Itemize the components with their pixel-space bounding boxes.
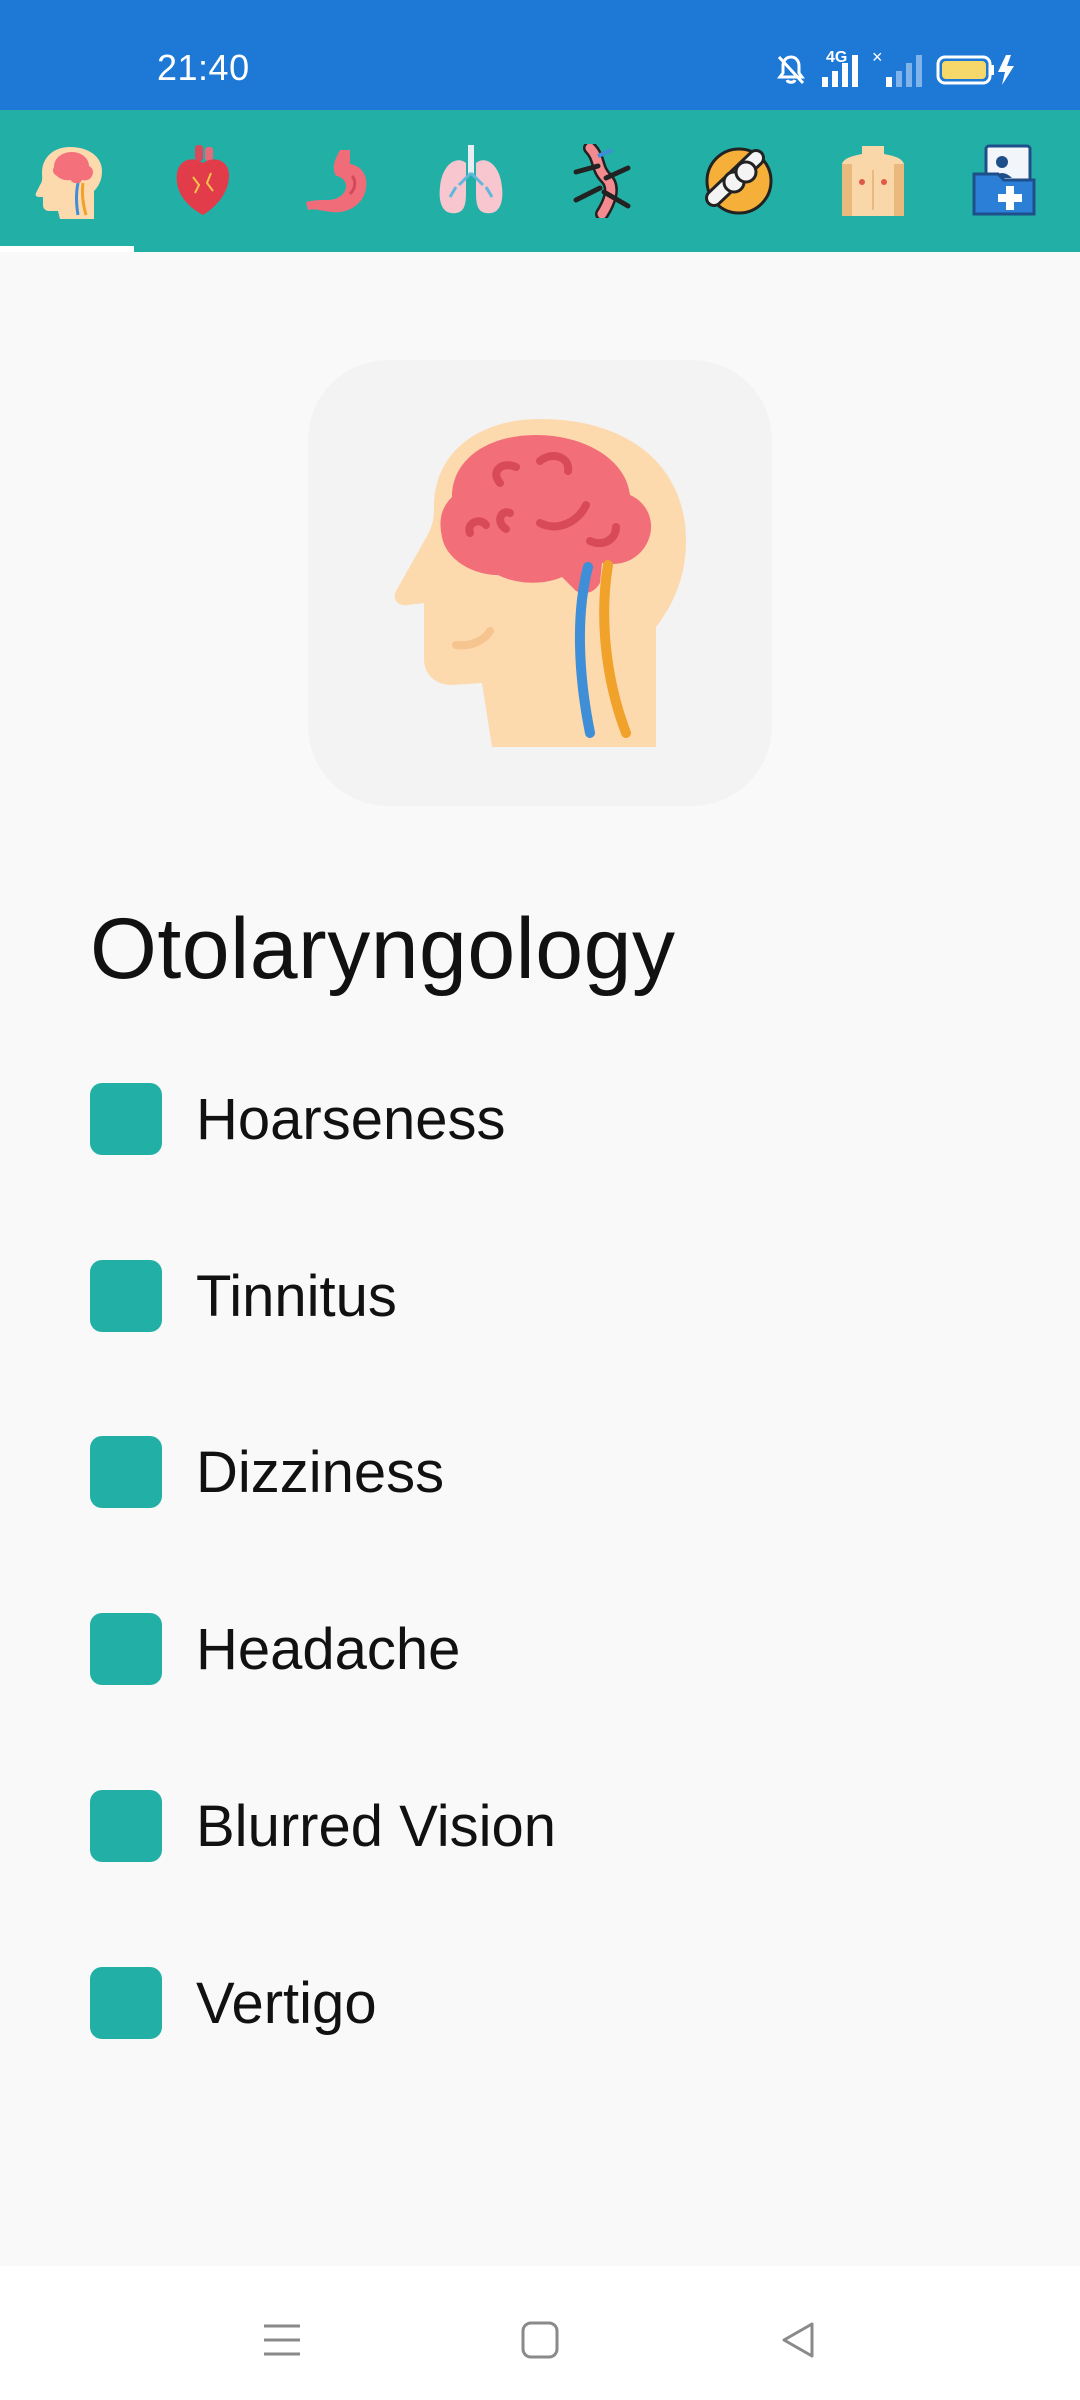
heart-icon — [176, 145, 229, 215]
tab-blood-vessels[interactable] — [538, 110, 672, 252]
selected-tab-indicator — [0, 246, 134, 252]
symptom-checkbox[interactable] — [90, 1083, 162, 1155]
symptom-label: Vertigo — [196, 1970, 377, 2036]
list-item[interactable]: Blurred Vision — [90, 1789, 990, 1863]
lungs-icon — [439, 145, 503, 214]
category-tab-bar — [0, 110, 1080, 252]
tab-lungs[interactable] — [404, 110, 538, 252]
tab-stomach[interactable] — [270, 110, 404, 252]
home-square-icon — [521, 2321, 559, 2359]
tab-medical-records[interactable] — [940, 110, 1074, 252]
battery-charging-icon — [936, 55, 1014, 85]
tab-head-brain[interactable] — [2, 110, 136, 252]
tab-joint[interactable] — [672, 110, 806, 252]
symptom-label: Tinnitus — [196, 1263, 397, 1329]
symptom-label: Dizziness — [196, 1439, 445, 1505]
back-triangle-icon — [782, 2322, 814, 2358]
list-item[interactable]: Vertigo — [90, 1966, 990, 2040]
symptom-checkbox[interactable] — [90, 1790, 162, 1862]
signal-weak-icon: × — [872, 47, 922, 87]
symptom-label: Hoarseness — [196, 1086, 506, 1152]
tab-torso[interactable] — [806, 110, 940, 252]
status-icons: 4G × — [776, 47, 1018, 88]
symptom-checkbox[interactable] — [90, 1967, 162, 2039]
head-brain-icon — [394, 419, 686, 747]
back-button[interactable] — [768, 2310, 828, 2370]
list-item[interactable]: Dizziness — [90, 1435, 990, 1509]
symptom-checkbox[interactable] — [90, 1260, 162, 1332]
symptom-label: Headache — [196, 1616, 461, 1682]
blood-vessel-icon — [573, 144, 631, 218]
system-navigation-bar — [0, 2266, 1080, 2400]
symptom-checkbox[interactable] — [90, 1613, 162, 1685]
menu-icon — [264, 2324, 300, 2356]
menu-button[interactable] — [252, 2310, 312, 2370]
symptom-label: Blurred Vision — [196, 1793, 557, 1859]
list-item[interactable]: Hoarseness — [90, 1082, 990, 1156]
status-time: 21:40 — [157, 47, 250, 88]
page-title: Otolaryngology — [90, 901, 676, 997]
hero-icon-card — [308, 360, 772, 806]
mute-bell-icon — [777, 55, 805, 85]
symptom-checkbox[interactable] — [90, 1436, 162, 1508]
list-item[interactable]: Headache — [90, 1612, 990, 1686]
medical-folder-icon — [972, 144, 1036, 216]
stomach-icon — [306, 150, 367, 213]
status-bar: 21:40 4G × — [0, 0, 1080, 110]
network-signal-icon: 4G — [820, 49, 858, 87]
joint-icon — [705, 147, 773, 215]
home-button[interactable] — [510, 2310, 570, 2370]
network-type-label: 4G — [826, 49, 848, 66]
list-item[interactable]: Tinnitus — [90, 1259, 990, 1333]
torso-icon — [842, 146, 904, 216]
head-brain-icon — [35, 147, 102, 219]
tab-heart[interactable] — [136, 110, 270, 252]
